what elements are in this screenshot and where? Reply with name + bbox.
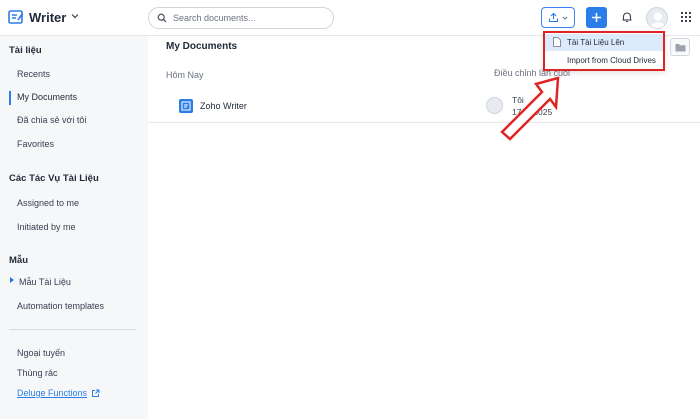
group-label: Hôm Nay (166, 70, 204, 80)
new-folder-button[interactable] (670, 38, 690, 56)
app-name: Writer (29, 9, 67, 25)
search-icon (157, 13, 167, 23)
section-templates: Mẫu (9, 255, 28, 266)
sidebar-item-shared-with-me[interactable]: Đã chia sẻ với tôi (17, 115, 86, 125)
menu-item-label: Import from Cloud Drives (567, 56, 656, 65)
expand-triangle-icon[interactable] (10, 277, 14, 283)
section-tasks: Các Tác Vụ Tài Liệu (9, 173, 99, 184)
section-documents: Tài liệu (9, 45, 42, 56)
sidebar-item-assigned-to-me[interactable]: Assigned to me (17, 198, 79, 208)
menu-item-import-cloud[interactable]: Import from Cloud Drives (545, 52, 663, 69)
app-switcher[interactable]: Writer (8, 9, 79, 25)
sidebar-item-favorites[interactable]: Favorites (17, 139, 54, 149)
external-link-icon (92, 389, 100, 397)
plus-icon (592, 13, 601, 22)
sidebar-item-recents[interactable]: Recents (17, 69, 50, 79)
sidebar: Tài liệu Recents My Documents Đã chia sẻ… (0, 36, 148, 419)
document-icon (179, 99, 193, 113)
sidebar-item-offline[interactable]: Ngoại tuyến (17, 348, 65, 358)
menu-item-label: Tải Tài Liệu Lên (567, 38, 625, 47)
sidebar-item-initiated-by-me[interactable]: Initiated by me (17, 222, 76, 232)
sidebar-divider (9, 329, 136, 330)
sidebar-item-document-templates[interactable]: Mẫu Tài Liệu (19, 277, 71, 287)
document-name[interactable]: Zoho Writer (200, 101, 247, 111)
chevron-down-icon (71, 14, 79, 19)
user-silhouette-icon (650, 12, 666, 28)
menu-item-upload-document[interactable]: Tải Tài Liệu Lên (545, 34, 663, 51)
writer-logo-icon (8, 10, 24, 24)
sidebar-item-automation-templates[interactable]: Automation templates (17, 301, 104, 311)
avatar[interactable] (646, 7, 668, 29)
page-title: My Documents (166, 41, 238, 52)
table-row[interactable]: Zoho Writer Tôi 17 th 2025 (148, 88, 700, 123)
active-indicator (9, 91, 11, 105)
upload-dropdown-menu: Tải Tài Liệu Lên Import from Cloud Drive… (543, 31, 665, 71)
main-content: My Documents Hôm Nay Điều chỉnh lần cuối… (148, 36, 700, 419)
upload-button[interactable] (541, 7, 575, 28)
apps-grid-icon[interactable] (680, 11, 692, 23)
deluge-label: Deluge Functions (17, 388, 88, 398)
search-box[interactable] (148, 7, 334, 29)
bell-icon[interactable] (620, 10, 634, 24)
folder-icon (675, 43, 685, 51)
sidebar-item-my-documents[interactable]: My Documents (17, 92, 77, 102)
sidebar-item-deluge-functions[interactable]: Deluge Functions (17, 388, 100, 398)
search-input[interactable] (173, 13, 323, 23)
sidebar-item-trash[interactable]: Thùng rác (17, 368, 58, 378)
add-document-button[interactable] (586, 7, 607, 28)
red-arrow-annotation (500, 76, 560, 141)
chevron-down-icon (562, 16, 568, 20)
file-icon (553, 37, 561, 47)
upload-icon (548, 12, 559, 23)
